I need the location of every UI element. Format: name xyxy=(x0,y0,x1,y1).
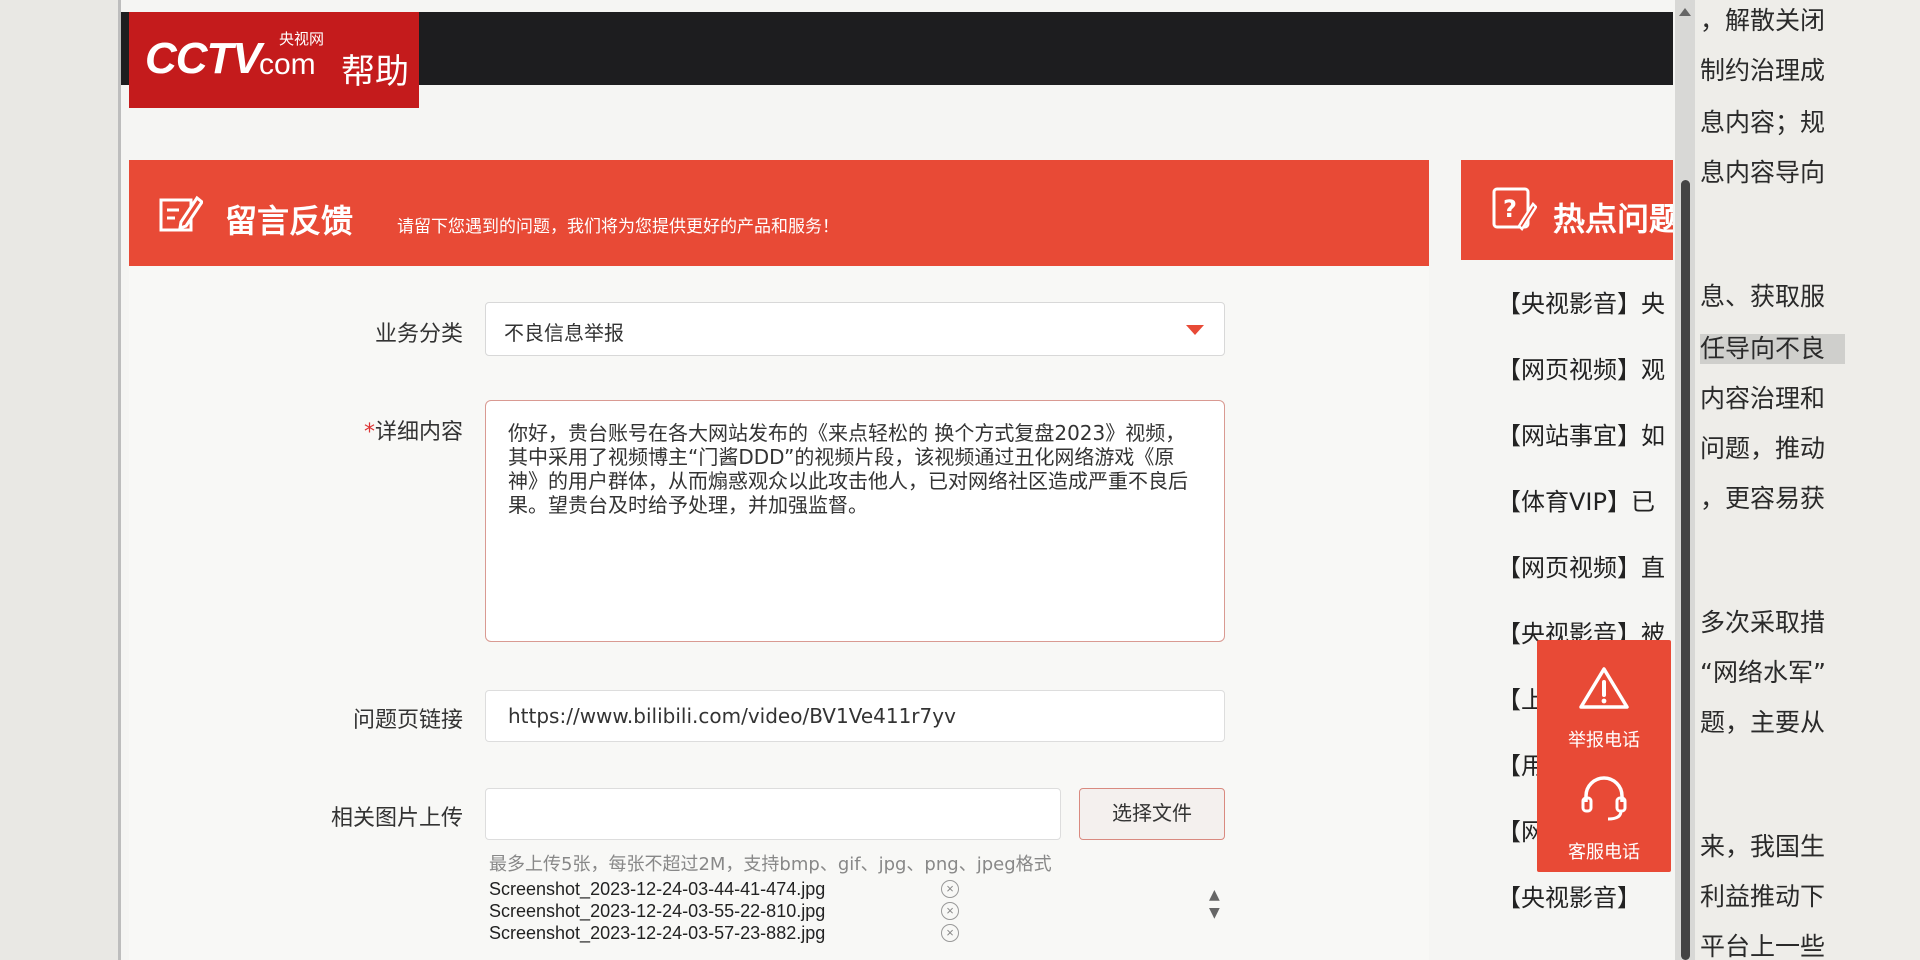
file-input[interactable] xyxy=(485,788,1061,840)
feedback-subtitle: 请留下您遇到的问题，我们将为您提供更好的产品和服务！ xyxy=(397,217,839,237)
feedback-form: 业务分类 不良信息举报 *详细内容 你好，贵台账号在各大网站发布的《来点轻松的 … xyxy=(129,266,1429,960)
hot-title: 热点问题 xyxy=(1553,200,1673,238)
category-select[interactable]: 不良信息举报 xyxy=(485,302,1225,356)
article-line: ，更容易获 xyxy=(1700,484,1826,513)
file-name: Screenshot_2023-12-24-03-57-23-882.jpg xyxy=(489,923,826,943)
upload-hint: 最多上传5张，每张不超过2M，支持bmp、gif、jpg、png、jpeg格式 xyxy=(489,854,1052,875)
report-phone-label: 举报电话 xyxy=(1568,730,1640,751)
report-phone-button[interactable]: 举报电话 xyxy=(1537,660,1671,760)
article-line: “网络水军” xyxy=(1700,658,1826,687)
article-line: ，解散关闭 xyxy=(1700,6,1826,35)
article-line: 利益推动下 xyxy=(1700,882,1826,911)
scrollbar-thumb[interactable] xyxy=(1681,180,1690,960)
hot-item[interactable]: 【央视影音】 xyxy=(1497,878,1641,913)
scroll-down-icon[interactable]: ▼ xyxy=(1209,904,1220,922)
list-item: Screenshot_2023-12-24-03-44-41-474.jpg × xyxy=(489,878,1229,900)
service-phone-button[interactable]: 客服电话 xyxy=(1537,770,1671,870)
article-line: 来，我国生 xyxy=(1700,832,1826,861)
contact-float-panel: 举报电话 客服电话 xyxy=(1537,640,1671,872)
list-item: Screenshot_2023-12-24-03-55-22-810.jpg × xyxy=(489,900,1229,922)
feedback-title: 留言反馈 xyxy=(225,202,354,240)
link-input[interactable]: https://www.bilibili.com/video/BV1Ve411r… xyxy=(485,690,1225,742)
category-label: 业务分类 xyxy=(374,322,463,347)
hot-item[interactable]: 【体育VIP】已 xyxy=(1497,482,1655,517)
choose-file-button[interactable]: 选择文件 xyxy=(1079,788,1225,840)
hot-questions-header: ? 热点问题 xyxy=(1461,160,1673,260)
remove-icon[interactable]: × xyxy=(941,924,959,942)
logo-sub: 央视网 xyxy=(279,30,325,48)
detail-label: *详细内容 xyxy=(363,420,463,445)
logo-help: 帮助 xyxy=(341,52,409,92)
edit-icon xyxy=(159,195,203,232)
background-article: ，解散关闭 制约治理成 息内容；规 息内容导向 息、获取服 任导向不良 内容治理… xyxy=(1692,0,1920,960)
article-line: 制约治理成 xyxy=(1700,56,1826,85)
svg-text:?: ? xyxy=(1503,195,1517,223)
link-value: https://www.bilibili.com/video/BV1Ve411r… xyxy=(508,704,956,728)
chevron-down-icon xyxy=(1186,325,1204,335)
remove-icon[interactable]: × xyxy=(941,880,959,898)
article-line: 内容治理和 xyxy=(1700,384,1826,413)
detail-textarea[interactable]: 你好，贵台账号在各大网站发布的《来点轻松的 换个方式复盘2023》视频，其中采用… xyxy=(485,400,1225,642)
file-list[interactable]: Screenshot_2023-12-24-03-44-41-474.jpg ×… xyxy=(489,878,1229,960)
warning-icon xyxy=(1579,667,1629,709)
article-line: 题，主要从 xyxy=(1700,708,1826,737)
link-label: 问题页链接 xyxy=(352,708,463,733)
upload-label: 相关图片上传 xyxy=(330,806,463,831)
list-item: Screenshot_2023-12-24-03-57-23-882.jpg × xyxy=(489,922,1229,944)
article-line: 息内容导向 xyxy=(1700,158,1826,187)
article-line: 息、获取服 xyxy=(1700,282,1826,311)
headset-icon xyxy=(1581,776,1627,821)
article-line: 多次采取措 xyxy=(1700,608,1826,637)
scroll-up-arrow-icon[interactable] xyxy=(1679,8,1691,16)
page-scrollbar[interactable] xyxy=(1675,0,1695,960)
logo-brand: CCTV xyxy=(145,34,262,83)
feedback-header: 留言反馈 请留下您遇到的问题，我们将为您提供更好的产品和服务！ xyxy=(129,160,1429,266)
remove-icon[interactable]: × xyxy=(941,902,959,920)
category-value: 不良信息举报 xyxy=(504,321,624,345)
article-line: 平台上一些 xyxy=(1700,932,1826,960)
logo-com: com xyxy=(259,48,316,81)
hot-item[interactable]: 【网页视频】观 xyxy=(1497,350,1665,385)
file-list-scroll[interactable]: ▲ ▼ xyxy=(1209,886,1220,922)
hot-item[interactable]: 【央视影音】央 xyxy=(1497,284,1665,319)
article-line: 问题，推动 xyxy=(1700,434,1826,463)
hot-item[interactable]: 【网页视频】直 xyxy=(1497,548,1665,583)
file-name: Screenshot_2023-12-24-03-55-22-810.jpg xyxy=(489,901,826,921)
scroll-up-icon[interactable]: ▲ xyxy=(1209,886,1220,904)
article-line: 息内容；规 xyxy=(1700,108,1826,137)
question-icon: ? xyxy=(1492,187,1537,231)
article-line: 任导向不良 xyxy=(1700,334,1846,364)
browser-window: CCTV 央视网 com 帮助 留言反馈 请留下您遇到的问题，我们将为您提供更好… xyxy=(118,0,1695,960)
service-phone-label: 客服电话 xyxy=(1568,842,1640,863)
file-name: Screenshot_2023-12-24-03-44-41-474.jpg xyxy=(489,879,826,899)
cctv-logo[interactable]: CCTV 央视网 com 帮助 xyxy=(129,12,419,108)
hot-item[interactable]: 【网站事宜】如 xyxy=(1497,416,1665,451)
